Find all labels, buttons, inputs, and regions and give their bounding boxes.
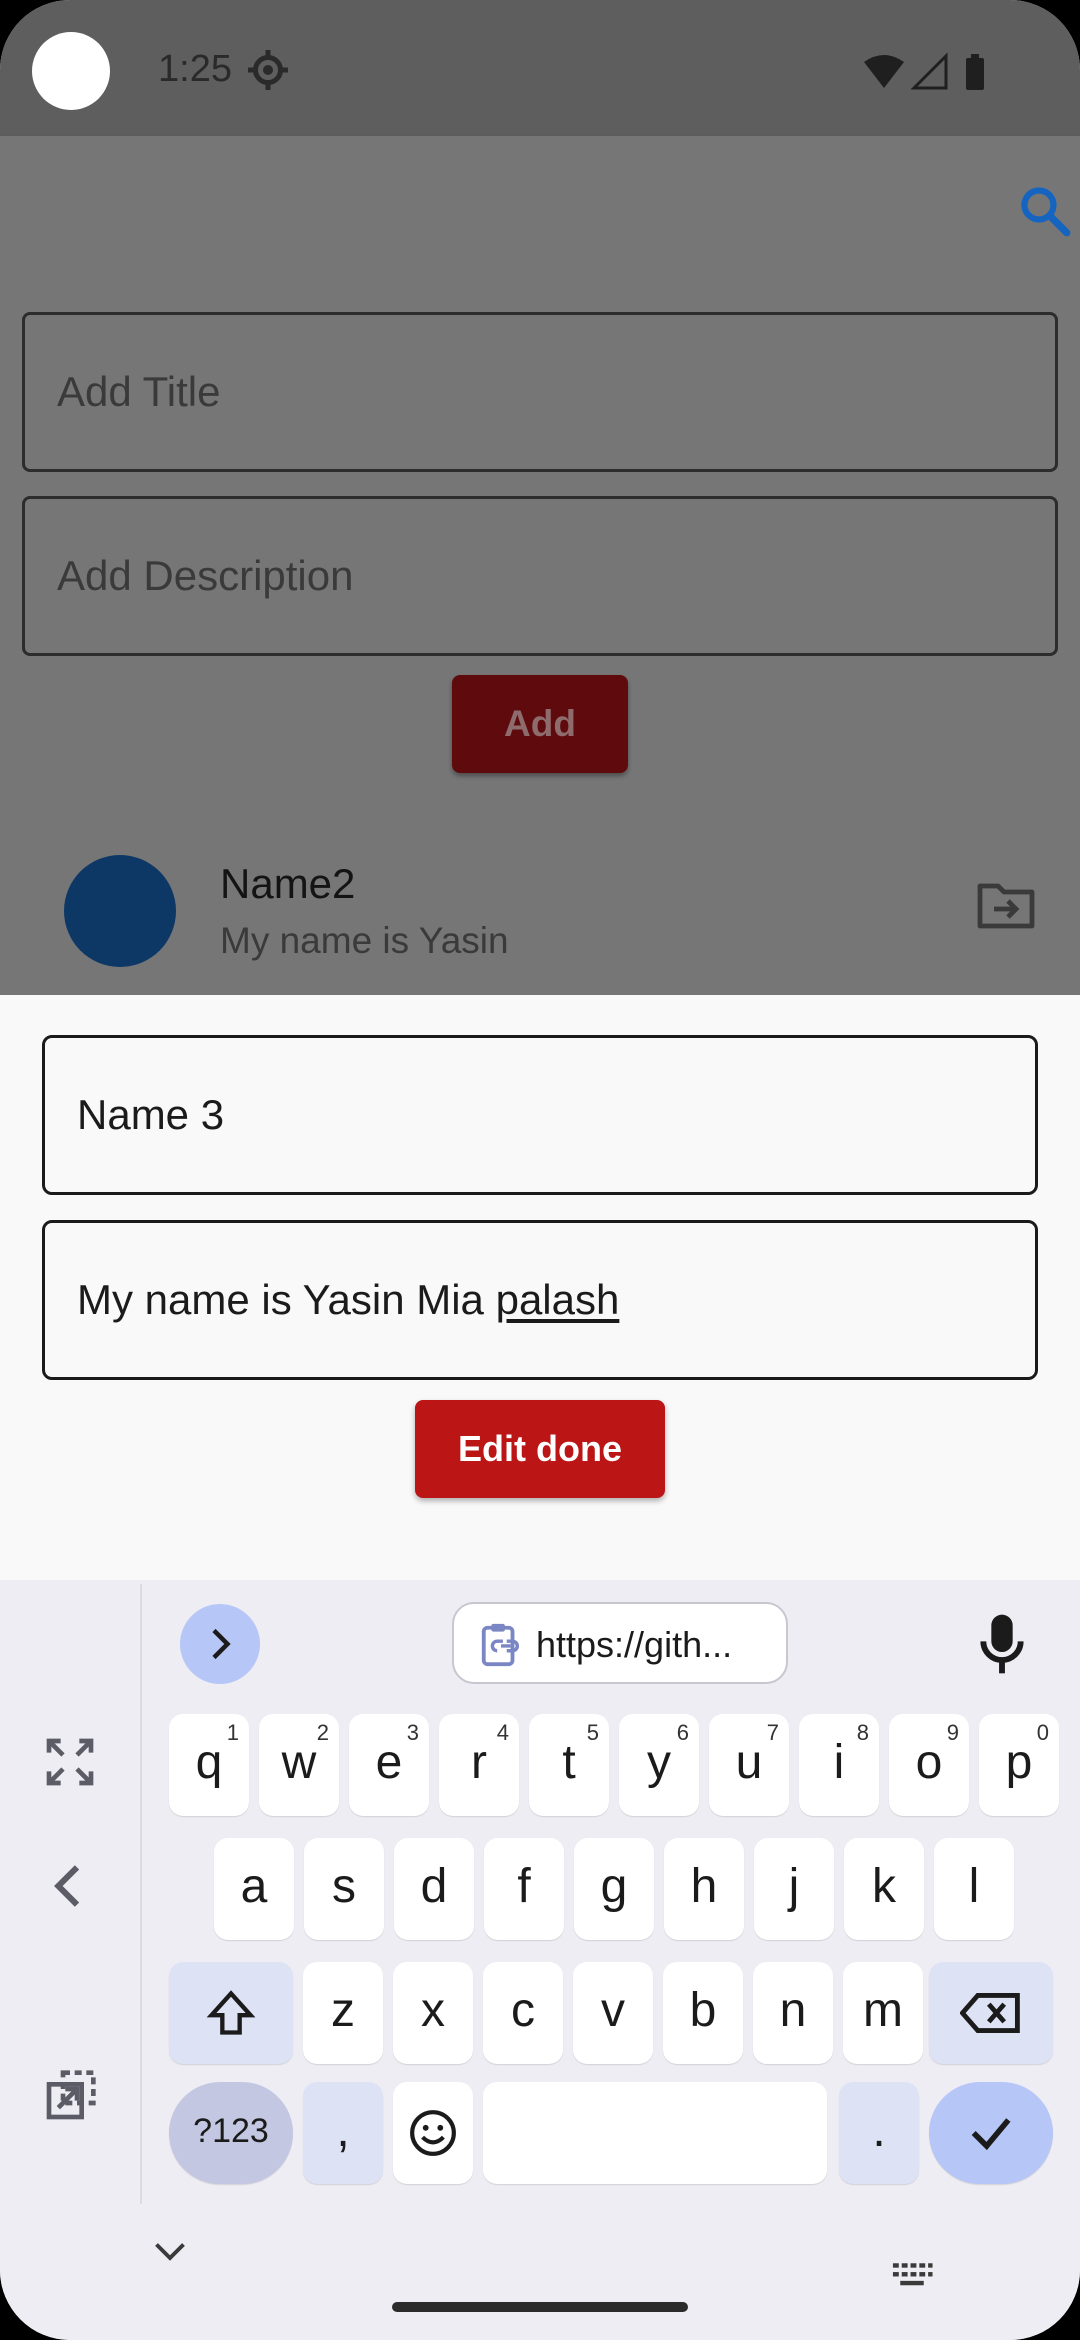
edit-title-input[interactable]: Name 3 xyxy=(42,1035,1038,1195)
key-n[interactable]: n xyxy=(753,1962,833,2064)
key-p[interactable]: p0 xyxy=(979,1714,1059,1816)
key-t[interactable]: t5 xyxy=(529,1714,609,1816)
back-arrow-icon[interactable] xyxy=(42,1858,98,1914)
emoji-key[interactable] xyxy=(393,2082,473,2184)
key-q[interactable]: q1 xyxy=(169,1714,249,1816)
key-hint: 4 xyxy=(496,1720,509,1745)
camera-cutout xyxy=(32,32,110,110)
key-x[interactable]: x xyxy=(393,1962,473,2064)
key-i[interactable]: i8 xyxy=(799,1714,879,1816)
checkmark-icon xyxy=(971,2118,1011,2151)
keyboard-switch-icon[interactable] xyxy=(890,2260,934,2290)
status-bar: 1:25 xyxy=(0,0,1080,136)
key-e[interactable]: e3 xyxy=(349,1714,429,1816)
key-hint: 8 xyxy=(856,1720,869,1745)
add-button-label: Add xyxy=(504,703,576,744)
key-w[interactable]: w2 xyxy=(259,1714,339,1816)
shift-key[interactable] xyxy=(169,1962,293,2064)
period-key[interactable]: . xyxy=(839,2082,919,2184)
key-hint: 3 xyxy=(406,1720,419,1745)
add-button[interactable]: Add xyxy=(452,675,628,773)
status-time: 1:25 xyxy=(158,48,232,90)
list-item[interactable]: Name2 My name is Yasin xyxy=(0,830,1080,990)
key-hint: 6 xyxy=(676,1720,689,1745)
description-placeholder: Add Description xyxy=(57,552,354,599)
expand-toolbar-button[interactable] xyxy=(180,1604,260,1684)
key-c[interactable]: c xyxy=(483,1962,563,2064)
edit-done-button[interactable]: Edit done xyxy=(415,1400,665,1498)
clipboard-text: https://gith... xyxy=(536,1624,733,1665)
avatar xyxy=(64,855,176,967)
status-icons xyxy=(864,52,984,90)
signal-icon xyxy=(910,52,948,90)
folder-move-icon[interactable] xyxy=(976,878,1036,930)
keyboard-divider xyxy=(140,1584,142,2204)
backspace-key[interactable] xyxy=(929,1962,1053,2064)
enter-key[interactable] xyxy=(929,2082,1053,2184)
key-j[interactable]: j xyxy=(754,1838,834,1940)
edit-description-input[interactable]: My name is Yasin Mia palash xyxy=(42,1220,1038,1380)
key-hint: 1 xyxy=(226,1720,239,1745)
title-input[interactable]: Add Title xyxy=(22,312,1058,472)
clipboard-icon xyxy=(481,1623,519,1667)
backspace-icon xyxy=(960,1992,1020,2034)
expand-icon xyxy=(212,1628,231,1660)
edit-bottom-sheet: Name 3 My name is Yasin Mia palash Edit … xyxy=(0,995,1080,1580)
key-m[interactable]: m xyxy=(843,1962,923,2064)
list-item-subtitle: My name is Yasin xyxy=(220,920,509,961)
edit-description-value: My name is Yasin Mia palash xyxy=(77,1276,620,1323)
key-hint: 5 xyxy=(586,1720,599,1745)
emoji-icon xyxy=(410,2110,456,2156)
list-item-title: Name2 xyxy=(220,860,356,907)
key-s[interactable]: s xyxy=(304,1838,384,1940)
key-a[interactable]: a xyxy=(214,1838,294,1940)
key-d[interactable]: d xyxy=(394,1838,474,1940)
key-hint: 7 xyxy=(766,1720,779,1745)
comma-key[interactable]: , xyxy=(303,2082,383,2184)
title-placeholder: Add Title xyxy=(57,368,221,415)
fullscreen-icon[interactable] xyxy=(42,1734,98,1790)
settings-icon xyxy=(248,50,288,90)
symbols-key[interactable]: ?123 xyxy=(169,2082,293,2184)
description-input[interactable]: Add Description xyxy=(22,496,1058,656)
key-f[interactable]: f xyxy=(484,1838,564,1940)
key-hint: 0 xyxy=(1036,1720,1049,1745)
shift-icon xyxy=(206,1990,256,2035)
key-z[interactable]: z xyxy=(303,1962,383,2064)
search-icon[interactable] xyxy=(1016,182,1074,240)
main-content: Add Title Add Description Add Name2 My n… xyxy=(0,290,1080,995)
keyboard: https://gith... q1w2e3r4t5y6u7i8o9p0 asd… xyxy=(0,1580,1080,2340)
home-indicator[interactable] xyxy=(392,2302,688,2312)
edit-done-label: Edit done xyxy=(458,1428,622,1469)
key-o[interactable]: o9 xyxy=(889,1714,969,1816)
hide-keyboard-icon[interactable] xyxy=(152,2240,188,2264)
wifi-icon xyxy=(864,55,904,88)
key-h[interactable]: h xyxy=(664,1838,744,1940)
spellcheck-word[interactable]: palash xyxy=(496,1276,620,1323)
microphone-icon[interactable] xyxy=(978,1612,1026,1676)
key-g[interactable]: g xyxy=(574,1838,654,1940)
key-v[interactable]: v xyxy=(573,1962,653,2064)
key-k[interactable]: k xyxy=(844,1838,924,1940)
app-bar xyxy=(0,136,1080,290)
battery-icon xyxy=(966,58,984,90)
key-b[interactable]: b xyxy=(663,1962,743,2064)
space-key[interactable] xyxy=(483,2082,827,2184)
key-r[interactable]: r4 xyxy=(439,1714,519,1816)
key-hint: 2 xyxy=(316,1720,329,1745)
floating-keyboard-icon[interactable] xyxy=(42,2068,98,2124)
clipboard-suggestion[interactable]: https://gith... xyxy=(452,1602,788,1684)
key-y[interactable]: y6 xyxy=(619,1714,699,1816)
key-u[interactable]: u7 xyxy=(709,1714,789,1816)
key-l[interactable]: l xyxy=(934,1838,1014,1940)
edit-title-value: Name 3 xyxy=(77,1091,225,1138)
phone-screen: 1:25 Add Title Add Description Add Name2… xyxy=(0,0,1080,2340)
key-hint: 9 xyxy=(946,1720,959,1745)
